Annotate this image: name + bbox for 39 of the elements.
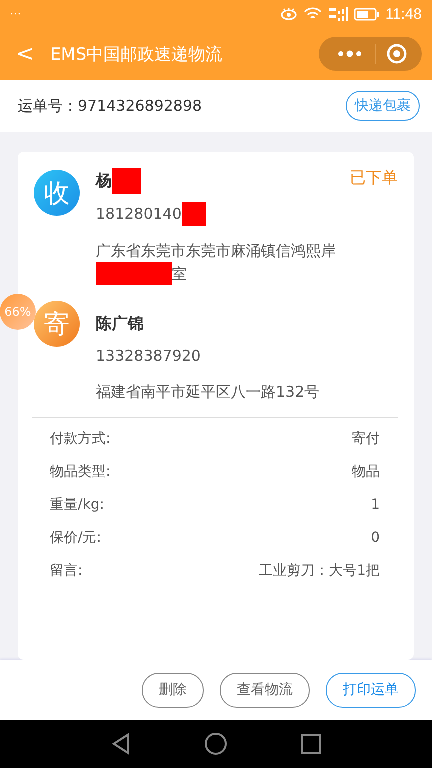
party-badge: 收	[34, 170, 80, 216]
party-name: 陈广锦	[96, 313, 144, 335]
detail-label: 留言:	[50, 562, 83, 581]
address-tail: 室	[172, 264, 187, 284]
recents-nav-icon[interactable]	[300, 733, 322, 755]
detail-label: 保价/元:	[50, 529, 102, 548]
detail-label: 重量/kg:	[50, 496, 104, 515]
battery-icon	[354, 8, 380, 20]
progress-bubble: 66%	[0, 294, 36, 330]
eye-icon	[280, 7, 298, 21]
wifi-icon	[304, 7, 322, 21]
package-tag: 快递包裹	[346, 91, 420, 121]
home-nav-icon[interactable]	[204, 732, 228, 756]
redaction-mark	[112, 168, 141, 194]
detail-value: 1	[371, 496, 380, 515]
close-icon[interactable]	[386, 43, 408, 65]
clock-time: 11:48	[386, 6, 422, 22]
party-name: 杨	[96, 170, 112, 192]
detail-value: 工业剪刀：大号1把	[259, 562, 380, 581]
detail-label: 付款方式:	[50, 430, 111, 449]
detail-value: 寄付	[352, 430, 380, 449]
signal-icon	[328, 6, 348, 22]
notification-dots: ···	[10, 7, 22, 21]
page-title: EMS中国邮政速递物流	[50, 44, 224, 66]
back-nav-icon[interactable]	[110, 732, 132, 756]
detail-value: 0	[371, 529, 380, 548]
detail-label: 物品类型:	[50, 463, 111, 482]
party-address: 广东省东莞市东莞市麻涌镇信鸿熙岸	[96, 241, 337, 262]
party-address: 福建省南平市延平区八一路132号	[96, 382, 321, 403]
waybill-number: 运单号：9714326892898	[18, 96, 202, 116]
party-badge: 寄	[34, 301, 80, 347]
party-phone: 181280140	[96, 204, 182, 225]
detail-value: 物品	[352, 463, 380, 482]
party-phone: 13328387920	[96, 346, 201, 367]
action-button[interactable]: 查看物流	[220, 672, 310, 708]
print-button[interactable]: 打印运单	[326, 672, 416, 708]
action-button[interactable]: 删除	[142, 672, 204, 708]
redaction-mark	[182, 202, 206, 226]
order-status: 已下单	[350, 168, 398, 189]
